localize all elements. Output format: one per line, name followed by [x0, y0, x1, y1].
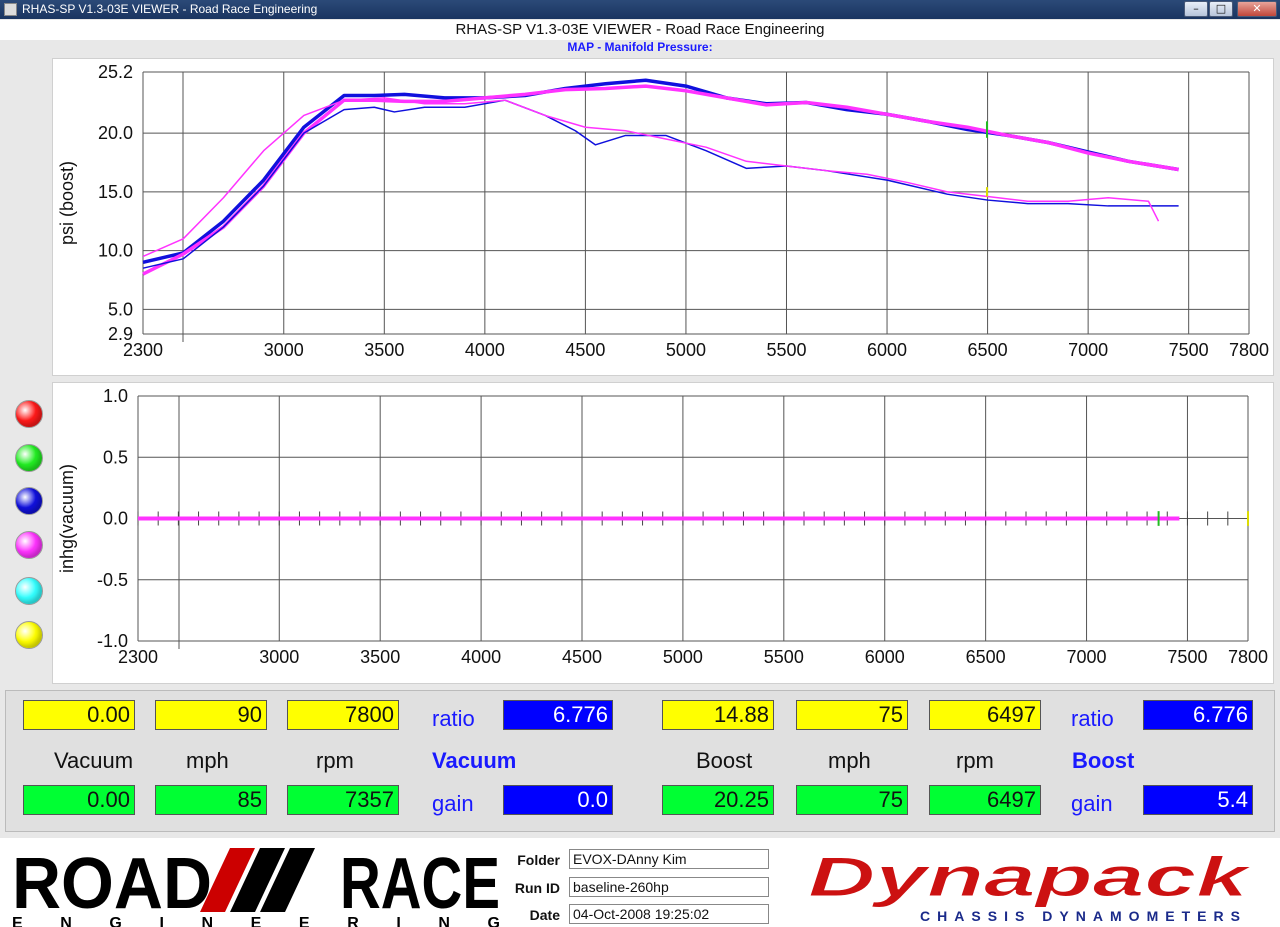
x-tick-label: 5500 — [764, 647, 804, 667]
x-tick-label: 6000 — [865, 647, 905, 667]
boost-ratio-box: 6.776 — [1143, 700, 1253, 730]
x-tick-label: 7500 — [1169, 340, 1209, 360]
series-line-3 — [142, 97, 1160, 258]
series-line-0 — [142, 78, 1179, 265]
y-tick-label: 20.0 — [98, 123, 133, 143]
x-tick-label: 4000 — [461, 647, 501, 667]
swatch-blue[interactable] — [15, 487, 43, 515]
app-header-title: RHAS-SP V1.3-03E VIEWER - Road Race Engi… — [0, 20, 1280, 40]
x-tick-label: 3500 — [364, 340, 404, 360]
y-tick-label: 0.5 — [103, 447, 128, 467]
boost-section-title: Boost — [1072, 748, 1135, 773]
x-tick-label: 5000 — [663, 647, 703, 667]
y-tick-label: -0.5 — [97, 570, 128, 590]
runid-field: baseline-260hp — [569, 877, 769, 897]
readout-panel: 0.00 90 7800 ratio 6.776 14.88 75 6497 r… — [5, 690, 1275, 832]
series-line-1 — [142, 84, 1179, 276]
swatch-green[interactable] — [15, 444, 43, 472]
vacuum-column-label: Vacuum — [54, 748, 134, 773]
x-tick-label: 7500 — [1167, 647, 1207, 667]
mph-column-label-2: mph — [828, 748, 871, 773]
x-tick-label: 3500 — [360, 647, 400, 667]
y-tick-label: 15.0 — [98, 182, 133, 202]
window-titlebar: RHAS-SP V1.3-03E VIEWER - Road Race Engi… — [0, 0, 1280, 19]
swatch-cyan[interactable] — [15, 577, 43, 605]
series-line-2 — [142, 99, 1179, 269]
folder-field: EVOX-DAnny Kim — [569, 849, 769, 869]
boost-chart: 2300 3000 3500 4000 4500 5000 5500 6000 6500 7000… — [57, 62, 1269, 360]
minimize-button[interactable]: – — [1184, 1, 1208, 17]
y-axis-label: inhg(vacuum) — [57, 464, 77, 573]
dynapack-subtitle: CHASSIS DYNAMOMETERS — [920, 908, 1240, 924]
vacuum-chart-panel: 2300 3000 3500 4000 4500 5000 5500 6000 6500 7000… — [52, 382, 1274, 684]
close-button[interactable]: ✕ — [1237, 1, 1277, 17]
dynapack-word: Dynapack — [808, 845, 1253, 908]
x-tick-label: 6500 — [968, 340, 1008, 360]
app-icon — [4, 3, 17, 16]
y-axis-label: psi (boost) — [57, 161, 77, 245]
date-field: 04-Oct-2008 19:25:02 — [569, 904, 769, 924]
y-tick-label: 2.9 — [108, 324, 133, 344]
boost-current-box: 20.25 — [662, 785, 774, 815]
vacuum-current-box: 0.00 — [23, 785, 135, 815]
x-tick-label: 4500 — [562, 647, 602, 667]
x-tick-label: 7000 — [1067, 647, 1107, 667]
vacuum-rpm-box: 7800 — [287, 700, 399, 730]
x-tick-label: 7000 — [1068, 340, 1108, 360]
x-tick-label: 7800 — [1228, 647, 1268, 667]
vacuum-section-title: Vacuum — [432, 748, 517, 773]
vacuum-ratio-label: ratio — [432, 706, 475, 731]
x-tick-label: 5000 — [666, 340, 706, 360]
vacuum-current-rpm-box: 7357 — [287, 785, 399, 815]
boost-chart-panel: 2300 3000 3500 4000 4500 5000 5500 6000 6500 7000… — [52, 58, 1274, 376]
x-tick-label: 3000 — [264, 340, 304, 360]
swatch-yellow[interactable] — [15, 621, 43, 649]
vacuum-gain-box[interactable]: 0.0 — [503, 785, 613, 815]
boost-ratio-label: ratio — [1071, 706, 1114, 731]
boost-rpm-box: 6497 — [929, 700, 1041, 730]
road-race-engineering-logo: ROAD RACE E N G I N E E R I N G — [12, 844, 500, 927]
boost-current-rpm-box: 6497 — [929, 785, 1041, 815]
x-tick-label: 4000 — [465, 340, 505, 360]
swatch-magenta[interactable] — [15, 531, 43, 559]
x-tick-label: 6000 — [867, 340, 907, 360]
vacuum-gain-label: gain — [432, 791, 474, 816]
maximize-button[interactable]: □ — [1209, 1, 1233, 17]
runid-label: Run ID — [514, 880, 560, 896]
boost-gain-label: gain — [1071, 791, 1113, 816]
y-tick-label: -1.0 — [97, 631, 128, 651]
vacuum-chart: 2300 3000 3500 4000 4500 5000 5500 6000 6500 7000… — [57, 386, 1268, 667]
x-tick-label: 7800 — [1229, 340, 1269, 360]
y-tick-label: 1.0 — [103, 386, 128, 406]
y-tick-label: 10.0 — [98, 241, 133, 261]
dynapack-logo: Dynapack CHASSIS DYNAMOMETERS — [808, 845, 1254, 925]
boost-mph-box: 75 — [796, 700, 908, 730]
vacuum-mph-box: 90 — [155, 700, 267, 730]
logo-word-race: RACE — [340, 844, 500, 924]
vacuum-ratio-box: 6.776 — [503, 700, 613, 730]
rpm-column-label: rpm — [316, 748, 354, 773]
mph-column-label: mph — [186, 748, 229, 773]
x-tick-label: 3000 — [259, 647, 299, 667]
chart-subtitle: MAP - Manifold Pressure: — [567, 40, 713, 54]
y-tick-label: 25.2 — [98, 62, 133, 82]
window-title: RHAS-SP V1.3-03E VIEWER - Road Race Engi… — [22, 2, 318, 16]
footer: ROAD RACE E N G I N E E R I N G Folder E… — [0, 838, 1280, 927]
y-tick-label: 0.0 — [103, 509, 128, 529]
rpm-column-label-2: rpm — [956, 748, 994, 773]
swatch-red[interactable] — [15, 400, 43, 428]
vacuum-value-box: 0.00 — [23, 700, 135, 730]
date-label: Date — [529, 907, 560, 923]
boost-value-box: 14.88 — [662, 700, 774, 730]
x-tick-label: 6500 — [966, 647, 1006, 667]
boost-column-label: Boost — [696, 748, 753, 773]
boost-gain-box[interactable]: 5.4 — [1143, 785, 1253, 815]
y-tick-label: 5.0 — [108, 299, 133, 319]
boost-current-mph-box: 75 — [796, 785, 908, 815]
logo-word-road: ROAD — [12, 844, 212, 924]
folder-label: Folder — [517, 852, 560, 868]
vacuum-current-mph-box: 85 — [155, 785, 267, 815]
x-tick-label: 4500 — [565, 340, 605, 360]
x-tick-label: 5500 — [766, 340, 806, 360]
